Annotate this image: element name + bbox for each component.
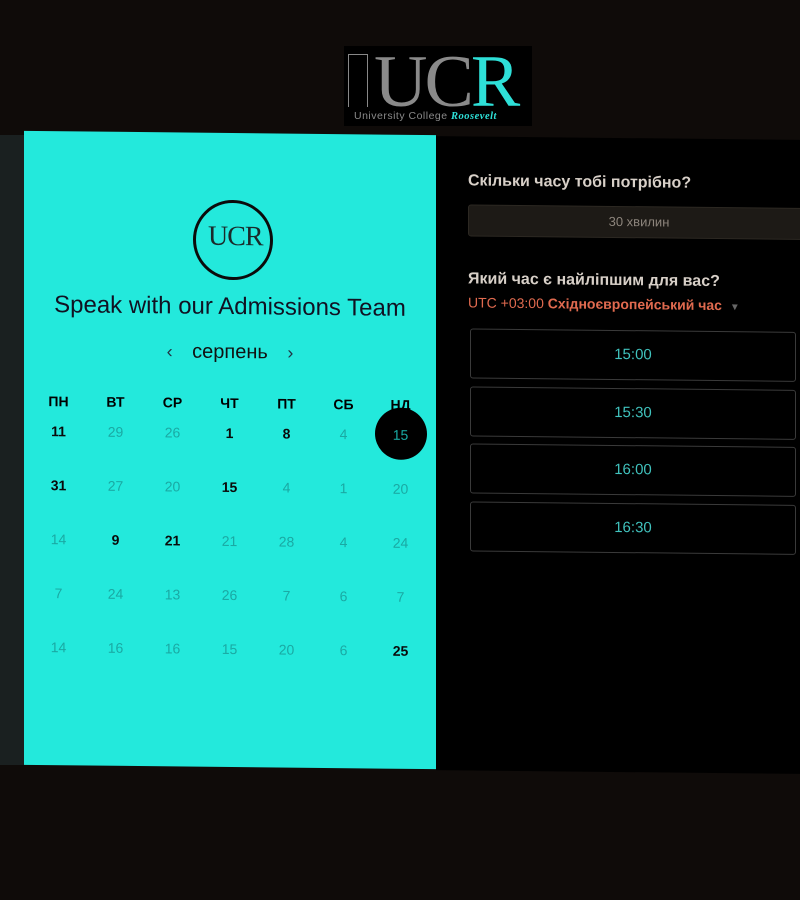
calendar-day: 4 <box>282 479 291 496</box>
calendar-day: 7 <box>282 587 291 604</box>
calendar-day[interactable]: 21 <box>144 532 201 549</box>
calendar-day: 24 <box>392 534 409 551</box>
month-nav: ‹ серпень › <box>24 339 436 366</box>
calendar-day[interactable]: 11 <box>30 423 87 440</box>
weekday-label: ВТ <box>106 393 125 410</box>
calendar-week: 14 9 21 21 28 4 24 <box>30 531 430 589</box>
calendar-day[interactable]: 15 <box>201 479 258 496</box>
calendar-grid: ПН ВТ СР ЧТ ПТ СБ НД 11 29 26 1 8 4 15 31 27 20 15 4 1 20 14 9… <box>30 393 430 697</box>
calendar-day: 4 <box>339 426 348 443</box>
weekday-label: СБ <box>333 396 354 413</box>
calendar-day: 16 <box>164 640 181 657</box>
calendar-panel: UCR Speak with our Admissions Team ‹ сер… <box>24 130 436 770</box>
duration-select[interactable]: 30 хвилин <box>468 204 800 241</box>
weekday-header: ПН ВТ СР ЧТ ПТ СБ НД <box>30 393 430 427</box>
time-slot-button[interactable]: 16:30 <box>470 500 796 555</box>
calendar-day: 6 <box>339 588 348 605</box>
calendar-day: 24 <box>107 585 124 602</box>
duration-question: Скільки часу тобі потрібно? <box>468 172 692 192</box>
time-slot-button[interactable]: 15:00 <box>470 328 796 382</box>
time-slot-button[interactable]: 16:00 <box>470 443 796 497</box>
time-question: Який час є найліпшим для вас? <box>468 270 720 291</box>
calendar-day[interactable]: 1 <box>201 425 258 442</box>
calendar-day: 7 <box>396 588 405 605</box>
calendar-day: 21 <box>221 532 238 550</box>
calendar-day[interactable]: 8 <box>258 425 315 442</box>
chevron-down-icon: ▼ <box>729 302 740 314</box>
calendar-week: 14 16 16 15 20 6 25 <box>30 639 430 697</box>
calendar-week: 31 27 20 15 4 1 20 <box>30 477 430 535</box>
calendar-day[interactable]: 31 <box>30 477 87 494</box>
calendar-day: 26 <box>221 586 238 604</box>
page-title: Speak with our Admissions Team <box>54 291 406 322</box>
calendar-day: 4 <box>339 534 348 551</box>
calendar-day: 6 <box>339 642 348 659</box>
calendar-day: 28 <box>278 533 295 550</box>
calendar-day: 13 <box>164 586 181 603</box>
calendar-day: 29 <box>107 423 124 440</box>
calendar-day: 20 <box>392 480 409 497</box>
ucr-badge-logo: UCR <box>193 199 273 281</box>
next-month-button[interactable]: › <box>287 343 293 364</box>
calendar-day: 14 <box>50 639 67 656</box>
calendar-day: 7 <box>54 585 63 602</box>
calendar-day: 14 <box>50 531 67 548</box>
calendar-day[interactable]: 25 <box>372 642 429 659</box>
calendar-day: 16 <box>107 639 124 656</box>
calendar-day: 1 <box>339 480 348 497</box>
weekday-label: ПТ <box>277 395 296 412</box>
selected-day[interactable]: 15 <box>372 426 429 443</box>
calendar-day: 20 <box>278 641 295 658</box>
calendar-day: 15 <box>221 640 238 658</box>
timezone-select[interactable]: UTC +03:00 Східноєвропейський час ▼ <box>468 294 740 313</box>
calendar-week: 11 29 26 1 8 4 15 <box>30 423 430 481</box>
calendar-week: 7 24 13 26 7 6 7 <box>30 585 430 643</box>
weekday-label: ЧТ <box>220 394 239 412</box>
calendar-day[interactable]: 9 <box>87 532 144 549</box>
time-slot-button[interactable]: 15:30 <box>470 385 796 440</box>
weekday-label: ПН <box>48 393 69 410</box>
ucr-logo: UCR University College Roosevelt <box>344 42 532 126</box>
prev-month-button[interactable]: ‹ <box>167 341 173 362</box>
tower-icon <box>348 54 368 107</box>
calendar-day: 20 <box>164 478 181 495</box>
calendar-day: 26 <box>164 424 181 441</box>
weekday-label: СР <box>162 394 183 411</box>
month-label: серпень <box>192 340 268 364</box>
calendar-day: 27 <box>107 477 124 494</box>
booking-panel: Скільки часу тобі потрібно? 30 хвилин Як… <box>436 136 800 774</box>
